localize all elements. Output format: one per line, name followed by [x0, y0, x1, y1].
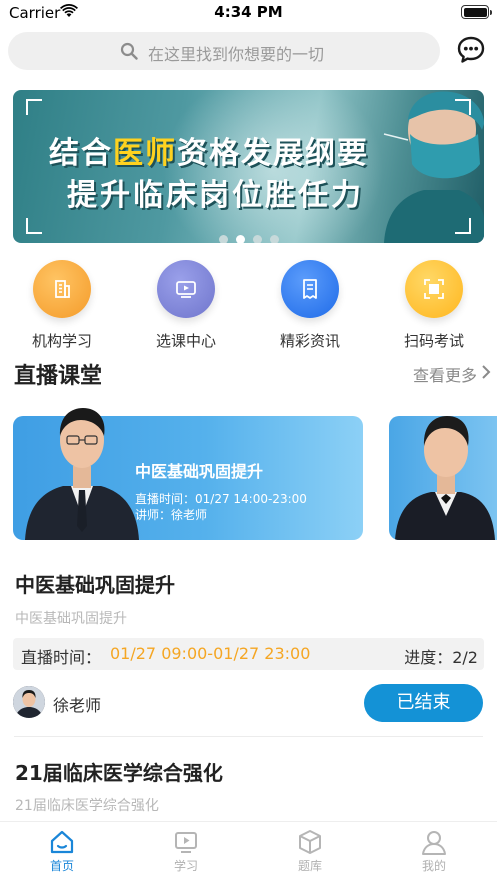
search-row: 在这里找到你想要的一切 — [0, 31, 497, 73]
divider — [14, 736, 483, 737]
status-button[interactable]: 已结束 — [364, 684, 483, 722]
course-subtitle: 21届临床医学综合强化 — [15, 798, 159, 814]
course-item[interactable]: 中医基础巩固提升 中医基础巩固提升 直播时间： 01/27 09:00-01/2… — [0, 566, 497, 736]
carousel-dot[interactable] — [252, 235, 262, 243]
tab-label: 我的 — [421, 859, 446, 873]
search-input[interactable]: 在这里找到你想要的一切 — [8, 32, 440, 70]
building-icon — [33, 260, 91, 318]
video-play-icon — [175, 832, 197, 853]
live-time-value: 01/27 09:00-01/27 23:00 — [110, 644, 311, 663]
message-icon[interactable] — [456, 35, 486, 65]
battery-icon — [461, 5, 492, 19]
live-card-title: 中医基础巩固提升 — [135, 462, 264, 481]
avatar — [13, 686, 45, 718]
chevron-right-icon[interactable] — [481, 364, 491, 380]
live-course-card[interactable] — [389, 416, 497, 540]
clock: 4:34 PM — [214, 3, 283, 21]
live-card-teacher: 讲师：徐老师 — [135, 508, 208, 522]
course-item[interactable]: 21届临床医学综合强化 21届临床医学综合强化 — [0, 755, 497, 815]
bottom-tab-bar: 首页 学习 题库 我的 — [0, 821, 497, 883]
scan-icon — [405, 260, 463, 318]
quick-link-news[interactable]: 精彩资讯 — [255, 260, 365, 351]
carousel-dot-active[interactable] — [235, 235, 245, 243]
tab-label: 首页 — [49, 859, 74, 873]
teacher-name: 徐老师 — [53, 696, 102, 715]
course-title: 中医基础巩固提升 — [15, 573, 175, 597]
quick-links: 机构学习 选课中心 精彩资讯 扫码考试 — [0, 260, 497, 352]
teacher-photo — [25, 408, 139, 540]
search-icon — [120, 42, 138, 60]
teacher-photo — [395, 416, 495, 540]
carousel-indicator — [13, 229, 484, 243]
corner-bracket — [455, 99, 471, 115]
tab-question-bank[interactable]: 题库 — [280, 828, 340, 874]
course-title: 21届临床医学综合强化 — [15, 761, 223, 785]
quick-link-label: 扫码考试 — [403, 332, 464, 350]
video-play-icon — [157, 260, 215, 318]
tab-label: 学习 — [173, 859, 198, 873]
search-placeholder: 在这里找到你想要的一切 — [148, 45, 325, 64]
carousel-dot[interactable] — [269, 235, 279, 243]
quick-link-label: 选课中心 — [155, 332, 216, 350]
tab-profile[interactable]: 我的 — [404, 828, 464, 874]
live-card-time: 直播时间：01/27 14:00-23:00 — [135, 492, 307, 506]
corner-bracket — [26, 99, 42, 115]
course-subtitle: 中医基础巩固提升 — [15, 611, 127, 627]
banner-headline-1: 结合医师资格发展纲要 — [49, 136, 369, 171]
live-time-label: 直播时间： — [21, 648, 102, 667]
section-title: 直播课堂 — [14, 364, 103, 389]
live-course-card[interactable]: 中医基础巩固提升 直播时间：01/27 14:00-23:00 讲师：徐老师 — [13, 408, 363, 540]
user-icon — [422, 831, 446, 855]
status-bar: Carrier 4:34 PM — [0, 0, 497, 26]
course-progress: 进度：2/2 — [404, 648, 478, 667]
home-icon — [50, 830, 74, 854]
tab-home[interactable]: 首页 — [32, 828, 92, 874]
live-section-header: 直播课堂 查看更多 — [0, 358, 497, 390]
quick-link-scan-exam[interactable]: 扫码考试 — [379, 260, 489, 351]
quick-link-label: 机构学习 — [31, 332, 92, 350]
quick-link-institution[interactable]: 机构学习 — [7, 260, 117, 351]
promo-banner[interactable]: 结合医师资格发展纲要 提升临床岗位胜任力 — [13, 90, 484, 243]
cube-icon — [299, 830, 321, 854]
banner-headline-2: 提升临床岗位胜任力 — [67, 178, 364, 213]
carousel-dot[interactable] — [218, 235, 228, 243]
course-info-bar: 直播时间： 01/27 09:00-01/27 23:00 进度：2/2 — [13, 638, 484, 670]
view-more-link[interactable]: 查看更多 — [413, 362, 477, 386]
quick-link-courses[interactable]: 选课中心 — [131, 260, 241, 351]
tab-label: 题库 — [297, 859, 322, 873]
news-icon — [281, 260, 339, 318]
quick-link-label: 精彩资讯 — [279, 332, 340, 350]
tab-study[interactable]: 学习 — [156, 828, 216, 874]
